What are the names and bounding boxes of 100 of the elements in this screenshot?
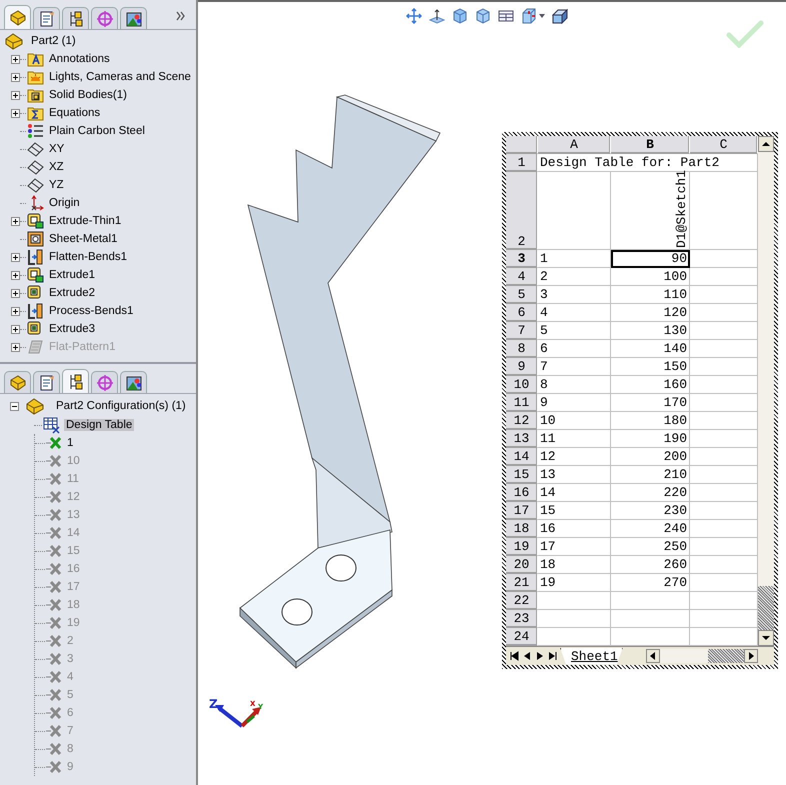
table-cell[interactable]: 16	[538, 520, 611, 538]
table-cell[interactable]: 17	[538, 538, 611, 556]
pan-icon[interactable]	[406, 8, 422, 24]
table-cell[interactable]: 1	[538, 250, 611, 268]
expand-icon[interactable]	[11, 306, 20, 316]
table-cell[interactable]: 170	[611, 394, 690, 412]
row-header[interactable]: 3	[506, 250, 538, 268]
table-cell[interactable]: 15	[538, 502, 611, 520]
table-cell[interactable]: 180	[611, 412, 690, 430]
manager-tab[interactable]	[120, 7, 147, 29]
expand-icon[interactable]	[11, 90, 20, 100]
column-header[interactable]: A	[538, 136, 611, 154]
row-header[interactable]: 22	[506, 592, 538, 610]
table-cell[interactable]: 160	[611, 376, 690, 394]
feature-item[interactable]: Sheet-Metal1	[47, 233, 120, 245]
scroll-right-icon[interactable]	[744, 649, 758, 663]
table-cell[interactable]	[611, 592, 690, 610]
table-cell[interactable]	[538, 172, 611, 250]
feature-item[interactable]: Solid Bodies(1)	[47, 89, 129, 101]
table-cell[interactable]: 7	[538, 358, 611, 376]
table-cell[interactable]: 100	[611, 268, 690, 286]
scrollbar-thumb[interactable]	[708, 649, 744, 663]
row-header[interactable]: 23	[506, 610, 538, 628]
caret-icon[interactable]	[539, 14, 545, 18]
manager-tab[interactable]	[120, 371, 147, 393]
row-header[interactable]: 20	[506, 556, 538, 574]
feature-item[interactable]: Annotations	[47, 53, 112, 65]
table-cell[interactable]: 12	[538, 448, 611, 466]
table-cell[interactable]: 2	[538, 268, 611, 286]
row-header[interactable]: 13	[506, 430, 538, 448]
table-cell[interactable]: 110	[611, 286, 690, 304]
row-header[interactable]: 9	[506, 358, 538, 376]
table-cell[interactable]: 19	[538, 574, 611, 592]
cube-icon[interactable]	[452, 8, 468, 24]
table-cell[interactable]: 6	[538, 340, 611, 358]
table-cell[interactable]: 11	[538, 430, 611, 448]
scroll-left-icon[interactable]	[646, 649, 660, 663]
table-cell[interactable]: 3	[538, 286, 611, 304]
feature-item[interactable]: YZ	[47, 179, 66, 191]
table-cell[interactable]: 220	[611, 484, 690, 502]
feature-item[interactable]: Extrude3	[47, 323, 98, 335]
part-name[interactable]: Part2 (1)	[29, 35, 78, 47]
feature-item[interactable]: Equations	[47, 107, 102, 119]
scrollbar-thumb[interactable]	[758, 586, 774, 630]
feature-item[interactable]: Origin	[47, 197, 82, 209]
table-cell[interactable]: 9	[538, 394, 611, 412]
row-header[interactable]: 19	[506, 538, 538, 556]
table-cell[interactable]: 250	[611, 538, 690, 556]
table-cell[interactable]: 240	[611, 520, 690, 538]
normal-to-icon[interactable]	[429, 8, 445, 24]
last-sheet-icon[interactable]	[547, 649, 559, 663]
feature-item[interactable]: XY	[47, 143, 66, 155]
row-header[interactable]: 7	[506, 322, 538, 340]
manager-tab[interactable]	[62, 369, 89, 393]
configurations-root[interactable]: Part2 Configuration(s) (1)	[54, 400, 188, 412]
row-header[interactable]: 1	[506, 154, 538, 172]
section-view-icon[interactable]	[521, 8, 537, 24]
row-header[interactable]: 15	[506, 466, 538, 484]
checkmark-icon[interactable]	[726, 20, 764, 48]
table-cell[interactable]: 150	[611, 358, 690, 376]
table-cell[interactable]: 14	[538, 484, 611, 502]
chevron-icon[interactable]	[176, 11, 186, 21]
first-sheet-icon[interactable]	[508, 649, 520, 663]
row-header[interactable]: 10	[506, 376, 538, 394]
table-cell[interactable]: 200	[611, 448, 690, 466]
cube-icon[interactable]	[475, 8, 491, 24]
expand-icon[interactable]	[11, 108, 20, 118]
design-table-item[interactable]: Design Table	[64, 419, 134, 431]
table-cell[interactable]: 5	[538, 322, 611, 340]
select-all-corner[interactable]	[506, 136, 538, 154]
table-cell[interactable]: 120	[611, 304, 690, 322]
row-header[interactable]: 18	[506, 520, 538, 538]
row-header[interactable]: 2	[506, 172, 538, 250]
feature-item[interactable]: XZ	[47, 161, 66, 173]
table-cell[interactable]	[538, 610, 611, 628]
scroll-up-icon[interactable]	[758, 136, 774, 152]
table-cell[interactable]: 10	[538, 412, 611, 430]
expand-icon[interactable]	[11, 72, 20, 82]
table-cell[interactable]: 13	[538, 466, 611, 484]
row-header[interactable]: 5	[506, 286, 538, 304]
feature-item[interactable]: Extrude-Thin1	[47, 215, 124, 227]
expand-icon[interactable]	[11, 252, 20, 262]
table-cell[interactable]: 4	[538, 304, 611, 322]
expand-icon[interactable]	[11, 324, 20, 334]
row-header[interactable]: 24	[506, 628, 538, 646]
row-header[interactable]: 17	[506, 502, 538, 520]
box-icon[interactable]	[552, 8, 568, 24]
table-icon[interactable]	[498, 8, 514, 24]
expand-icon[interactable]	[11, 216, 20, 226]
feature-item[interactable]: Lights, Cameras and Scene	[47, 71, 193, 83]
row-header[interactable]: 6	[506, 304, 538, 322]
table-cell[interactable]: 8	[538, 376, 611, 394]
expand-icon[interactable]	[11, 54, 20, 64]
table-cell[interactable]: 140	[611, 340, 690, 358]
row-header[interactable]: 11	[506, 394, 538, 412]
manager-tab[interactable]	[62, 7, 89, 29]
row-header[interactable]: 8	[506, 340, 538, 358]
table-cell[interactable]	[538, 592, 611, 610]
table-cell[interactable]: Design Table for: Part2	[538, 154, 758, 172]
expand-icon[interactable]	[11, 270, 20, 280]
